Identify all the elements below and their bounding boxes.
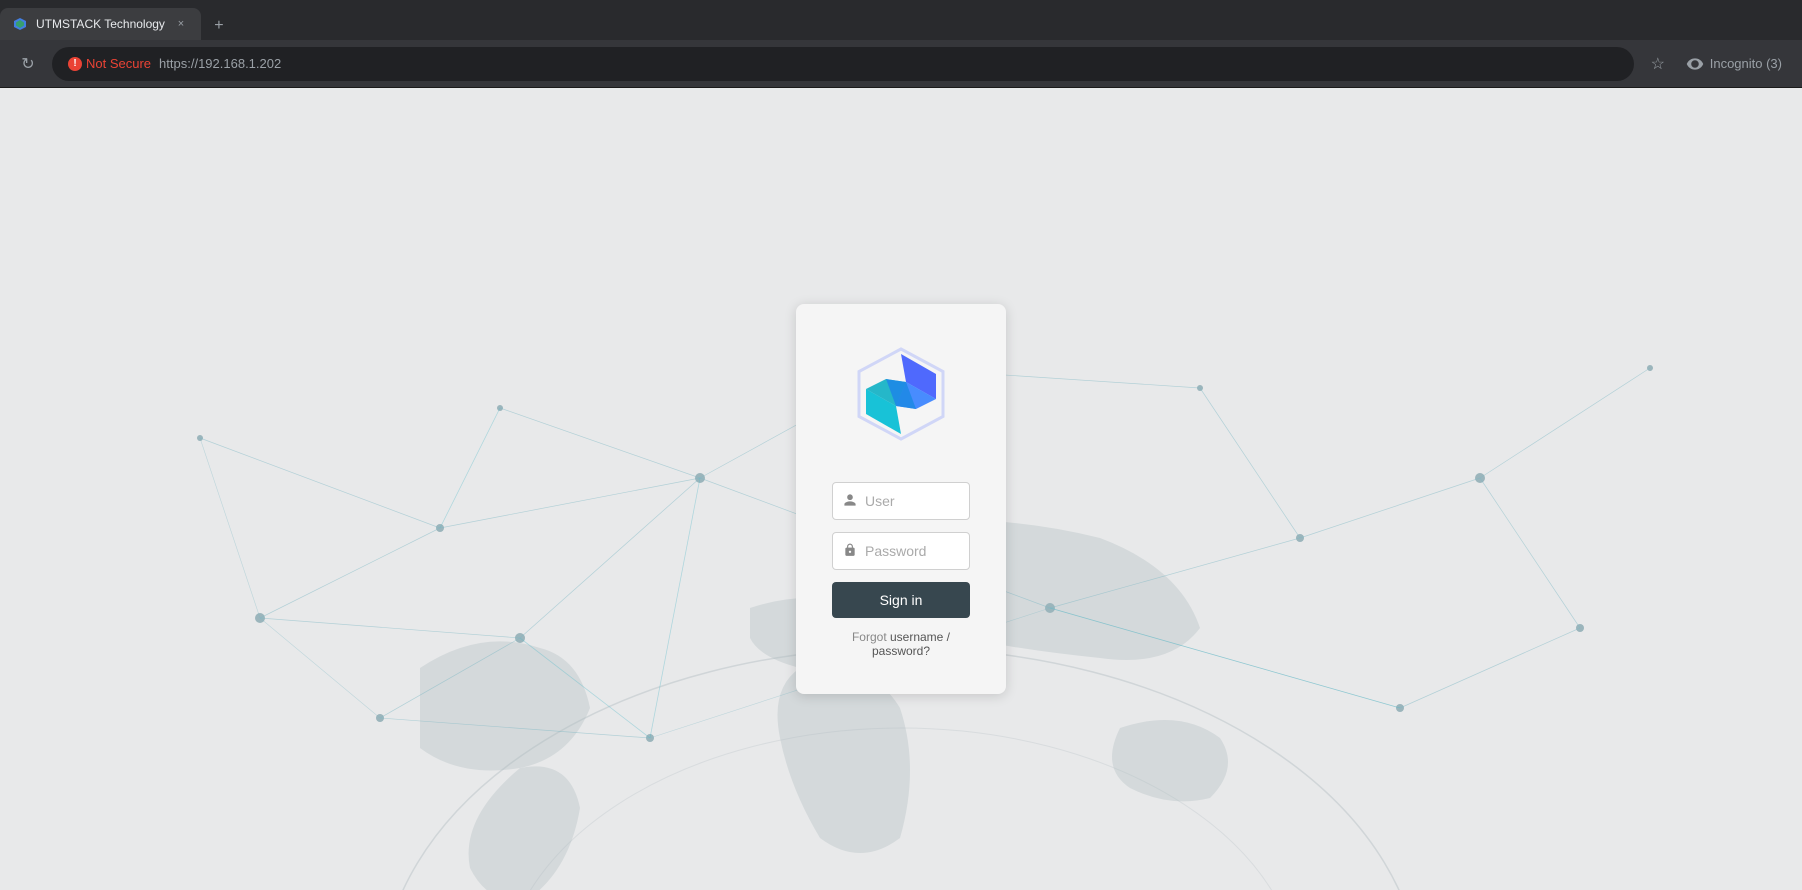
not-secure-label: Not Secure bbox=[86, 56, 151, 71]
tab-close-button[interactable]: × bbox=[173, 16, 189, 32]
not-secure-indicator[interactable]: ! Not Secure bbox=[68, 56, 151, 71]
utmstack-logo bbox=[851, 344, 951, 454]
url-display: https://192.168.1.202 bbox=[159, 56, 281, 71]
page-content: Sign in Forgot username / password? bbox=[0, 88, 1802, 890]
logo-container bbox=[851, 344, 951, 454]
reload-button[interactable]: ↻ bbox=[12, 48, 44, 80]
password-input[interactable] bbox=[865, 543, 1046, 559]
toolbar-right: ☆ Incognito (3) bbox=[1642, 48, 1790, 80]
not-secure-icon: ! bbox=[68, 57, 82, 71]
address-field[interactable]: ! Not Secure https://192.168.1.202 bbox=[52, 47, 1634, 81]
signin-button[interactable]: Sign in bbox=[832, 582, 970, 618]
user-icon bbox=[843, 493, 857, 510]
address-bar-row: ↻ ! Not Secure https://192.168.1.202 ☆ I… bbox=[0, 40, 1802, 88]
browser-chrome: UTMSTACK Technology × + ↻ ! Not Secure h… bbox=[0, 0, 1802, 88]
tab-bar: UTMSTACK Technology × + bbox=[0, 0, 1802, 40]
incognito-button[interactable]: Incognito (3) bbox=[1678, 51, 1790, 77]
lock-icon bbox=[843, 543, 857, 560]
tab-favicon bbox=[12, 16, 28, 32]
incognito-icon bbox=[1686, 55, 1704, 73]
password-input-group bbox=[832, 532, 970, 570]
url-protocol: https:// bbox=[159, 56, 198, 71]
new-tab-button[interactable]: + bbox=[205, 12, 233, 40]
url-host: 192.168.1.202 bbox=[198, 56, 281, 71]
active-tab[interactable]: UTMSTACK Technology × bbox=[0, 8, 201, 40]
star-button[interactable]: ☆ bbox=[1642, 48, 1674, 80]
username-input-group bbox=[832, 482, 970, 520]
tab-title: UTMSTACK Technology bbox=[36, 17, 165, 31]
username-input[interactable] bbox=[865, 493, 1046, 509]
login-form: Sign in Forgot username / password? bbox=[832, 482, 970, 658]
incognito-label: Incognito (3) bbox=[1710, 56, 1782, 71]
login-card: Sign in Forgot username / password? bbox=[796, 304, 1006, 694]
forgot-prefix: Forgot bbox=[852, 630, 890, 644]
forgot-text: Forgot username / password? bbox=[832, 630, 970, 658]
